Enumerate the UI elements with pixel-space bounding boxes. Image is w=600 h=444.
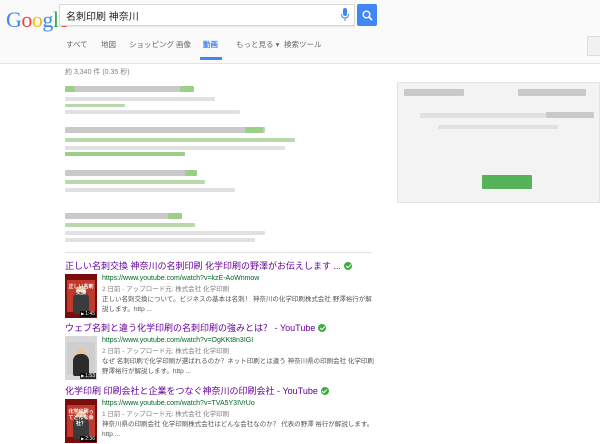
video-snippet: なぜ 名刺印刷で化学印刷が選ばれるのか？ネット印刷とは違う 神奈川県の印刷会社 … — [102, 358, 374, 375]
tab-images[interactable]: 画像 — [176, 39, 191, 50]
video-meta: 2 日前 - アップロード元: 株式会社 化学印刷 — [102, 348, 230, 355]
magnifier-icon — [362, 10, 373, 21]
video-result: 正しい名刺交換 神奈川の名刺印刷 化学印刷の野澤がお伝えします ... 正しい名… — [65, 260, 375, 318]
video-title-link[interactable]: 化学印刷 印刷会社と企業をつなぐ神奈川の印刷会社 - YouTube — [65, 385, 375, 397]
video-snippet: 神奈川県の印刷会社 化学印刷株式会社はどんな会社なのか？ 代表の野澤 裕行が解説… — [102, 421, 374, 438]
video-url: https://www.youtube.com/watch?v=OgKKt8n3… — [102, 337, 254, 344]
search-input[interactable] — [60, 5, 320, 25]
logo-letter: o — [31, 7, 43, 32]
logo-letter: G — [6, 7, 22, 32]
tab-shopping[interactable]: ショッピング — [129, 39, 174, 50]
tab-search-tools[interactable]: 検索ツール — [284, 39, 322, 50]
video-result: ウェブ名刺と違う化学印刷の名刺印刷の強みとは？ - YouTube 1:53 h… — [65, 322, 375, 380]
search-header: Google すべて 地図 ショッピング 画像 動画 もっと見る ▾ 検索ツール — [0, 0, 600, 64]
search-button[interactable] — [357, 4, 377, 26]
tab-more[interactable]: もっと見る ▾ — [236, 39, 279, 50]
video-title-link[interactable]: ウェブ名刺と違う化学印刷の名刺印刷の強みとは？ - YouTube — [65, 322, 375, 334]
verified-check-icon — [318, 324, 327, 332]
video-title-link[interactable]: 正しい名刺交換 神奈川の名刺印刷 化学印刷の野澤がお伝えします ... — [65, 260, 375, 272]
video-result: 化学印刷 印刷会社と企業をつなぐ神奈川の印刷会社 - YouTube 化学印刷っ… — [65, 385, 375, 443]
video-duration: 2:36 — [80, 436, 96, 442]
tab-videos[interactable]: 動画 — [203, 39, 218, 50]
logo-letter: g — [42, 7, 53, 32]
video-snippet: 正しい名刺交換について。ビジネスの基本は名刺！ 神奈川の化学印刷株式会社 野澤裕… — [102, 296, 372, 313]
video-url: https://www.youtube.com/watch?v=TVA5Y3IV… — [102, 400, 255, 407]
video-meta: 2 日前 - アップロード元: 株式会社 化学印刷 — [102, 286, 230, 293]
active-tab-indicator — [200, 57, 222, 60]
video-duration: 1:53 — [80, 373, 96, 379]
tab-all[interactable]: すべて — [66, 39, 88, 50]
settings-button[interactable] — [587, 36, 600, 56]
result-stats: 約 3,340 件 (0.35 秒) — [65, 69, 130, 76]
tab-maps[interactable]: 地図 — [101, 39, 116, 50]
microphone-icon[interactable] — [340, 8, 350, 22]
verified-check-icon — [344, 262, 353, 270]
video-url: https://www.youtube.com/watch?v=kzE-AoWn… — [102, 275, 260, 282]
knowledge-panel — [397, 82, 600, 203]
verified-check-icon — [320, 387, 329, 395]
section-divider — [65, 252, 372, 253]
video-thumbnail[interactable]: 正しい名刺交換 1:45 — [65, 274, 97, 318]
search-tabs: すべて 地図 ショッピング 画像 動画 もっと見る ▾ 検索ツール — [0, 36, 600, 63]
logo-letter: o — [21, 7, 32, 32]
video-thumbnail[interactable]: 化学印刷ってどんな会社？ 2:36 — [65, 399, 97, 443]
video-duration: 1:45 — [80, 311, 96, 317]
video-thumbnail[interactable]: 1:53 — [65, 336, 97, 380]
search-box[interactable] — [59, 4, 355, 26]
video-meta: 1 日前 - アップロード元: 株式会社 化学印刷 — [102, 411, 230, 418]
